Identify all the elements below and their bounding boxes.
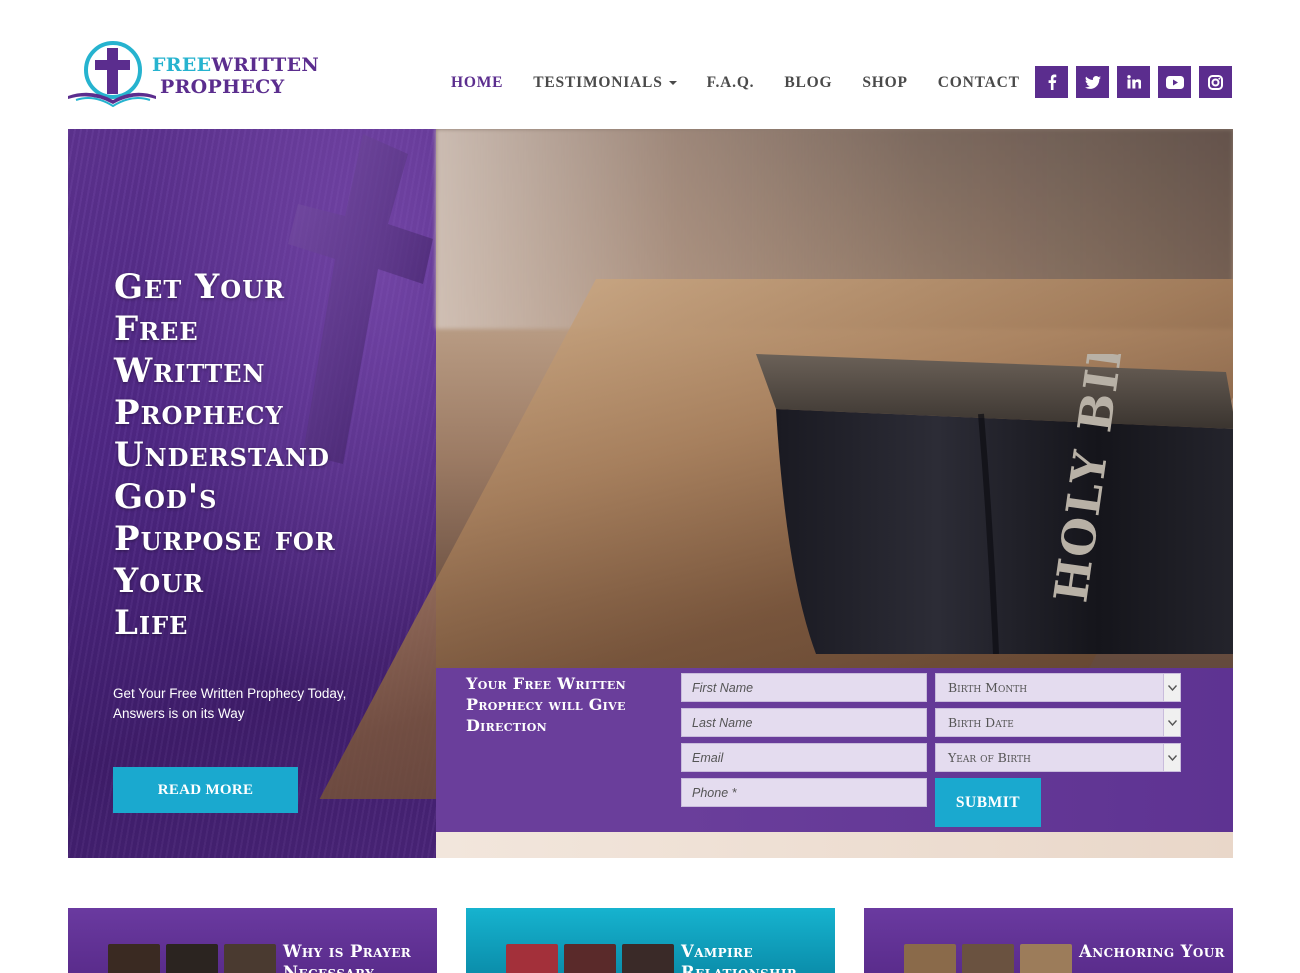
prophecy-request-form: Your Free Written Prophecy will Give Dir… bbox=[436, 668, 1233, 832]
nav-home[interactable]: HOME bbox=[451, 74, 503, 92]
hero-title-line: Purpose for bbox=[114, 519, 336, 559]
nav-faq[interactable]: F.A.Q. bbox=[707, 74, 755, 92]
linkedin-icon[interactable] bbox=[1117, 66, 1150, 98]
last-name-field[interactable]: Last Name bbox=[681, 708, 927, 737]
first-name-field[interactable]: First Name bbox=[681, 673, 927, 702]
year-of-birth-value: Year of Birth bbox=[948, 750, 1031, 765]
caret-down-icon bbox=[668, 81, 677, 86]
cross-logo-icon bbox=[68, 41, 156, 108]
hero-title-line: Get Your bbox=[114, 267, 286, 307]
hero-subtitle: Get Your Free Written Prophecy Today, An… bbox=[113, 686, 347, 721]
hero-title: Get Your Free Written Prophecy Understan… bbox=[114, 266, 414, 644]
submit-button[interactable]: SUBMIT bbox=[935, 778, 1041, 827]
year-of-birth-select[interactable]: Year of Birth bbox=[935, 743, 1181, 772]
email-field[interactable]: Email bbox=[681, 743, 927, 772]
article-card[interactable]: Why is Prayer Necessary bbox=[68, 908, 437, 973]
nav-shop[interactable]: SHOP bbox=[862, 74, 907, 92]
hero-image-bottom bbox=[436, 829, 1233, 858]
logo-text-bottom: PROPHECY bbox=[160, 76, 285, 98]
social-links bbox=[1035, 66, 1232, 98]
nav-blog[interactable]: BLOG bbox=[784, 74, 832, 92]
hero-title-line: God's bbox=[114, 477, 218, 517]
article-card[interactable]: Anchoring Your bbox=[864, 908, 1233, 973]
card-title: Anchoring Your bbox=[1079, 942, 1225, 961]
birth-date-select[interactable]: Birth Date bbox=[935, 708, 1181, 737]
nav-testimonials-label: TESTIMONIALS bbox=[533, 74, 663, 91]
youtube-icon[interactable] bbox=[1158, 66, 1191, 98]
article-card[interactable]: Vampire Relationship bbox=[466, 908, 835, 973]
chevron-down-icon bbox=[1163, 709, 1180, 736]
nav-testimonials[interactable]: TESTIMONIALS bbox=[533, 74, 677, 92]
hero-section: Get Your Free Written Prophecy Understan… bbox=[68, 129, 1233, 858]
site-logo[interactable]: FREEWRITTEN PROPHECY bbox=[66, 38, 319, 112]
chevron-down-icon bbox=[1163, 744, 1180, 771]
hero-title-line: Written bbox=[114, 351, 266, 391]
twitter-icon[interactable] bbox=[1076, 66, 1109, 98]
card-title: Why is Prayer Necessary bbox=[283, 942, 412, 973]
logo-text-top: FREEWRITTEN bbox=[152, 54, 320, 76]
birth-month-value: Birth Month bbox=[948, 680, 1028, 695]
phone-field[interactable]: Phone * bbox=[681, 778, 927, 807]
form-heading: Your Free Written Prophecy will Give Dir… bbox=[466, 674, 626, 735]
main-nav: HOME TESTIMONIALS F.A.Q. BLOG SHOP CONTA… bbox=[451, 74, 1050, 92]
book-covers-image bbox=[506, 944, 680, 973]
book-covers-image bbox=[904, 944, 1078, 973]
birth-date-value: Birth Date bbox=[948, 715, 1014, 730]
birth-month-select[interactable]: Birth Month bbox=[935, 673, 1181, 702]
bible-book-image: HOLY BIBLE bbox=[756, 354, 1233, 654]
instagram-icon[interactable] bbox=[1199, 66, 1232, 98]
read-more-button[interactable]: READ MORE bbox=[113, 767, 298, 813]
hero-title-line: Your bbox=[114, 561, 205, 601]
hero-title-line: Free bbox=[114, 309, 199, 349]
hero-title-line: Prophecy bbox=[114, 393, 284, 433]
hero-title-line: Understand bbox=[114, 435, 330, 475]
card-title: Vampire Relationship bbox=[681, 942, 797, 973]
hero-title-line: Life bbox=[114, 603, 189, 643]
chevron-down-icon bbox=[1163, 674, 1180, 701]
facebook-icon[interactable] bbox=[1035, 66, 1068, 98]
book-covers-image bbox=[108, 944, 282, 973]
nav-contact[interactable]: CONTACT bbox=[938, 74, 1020, 92]
